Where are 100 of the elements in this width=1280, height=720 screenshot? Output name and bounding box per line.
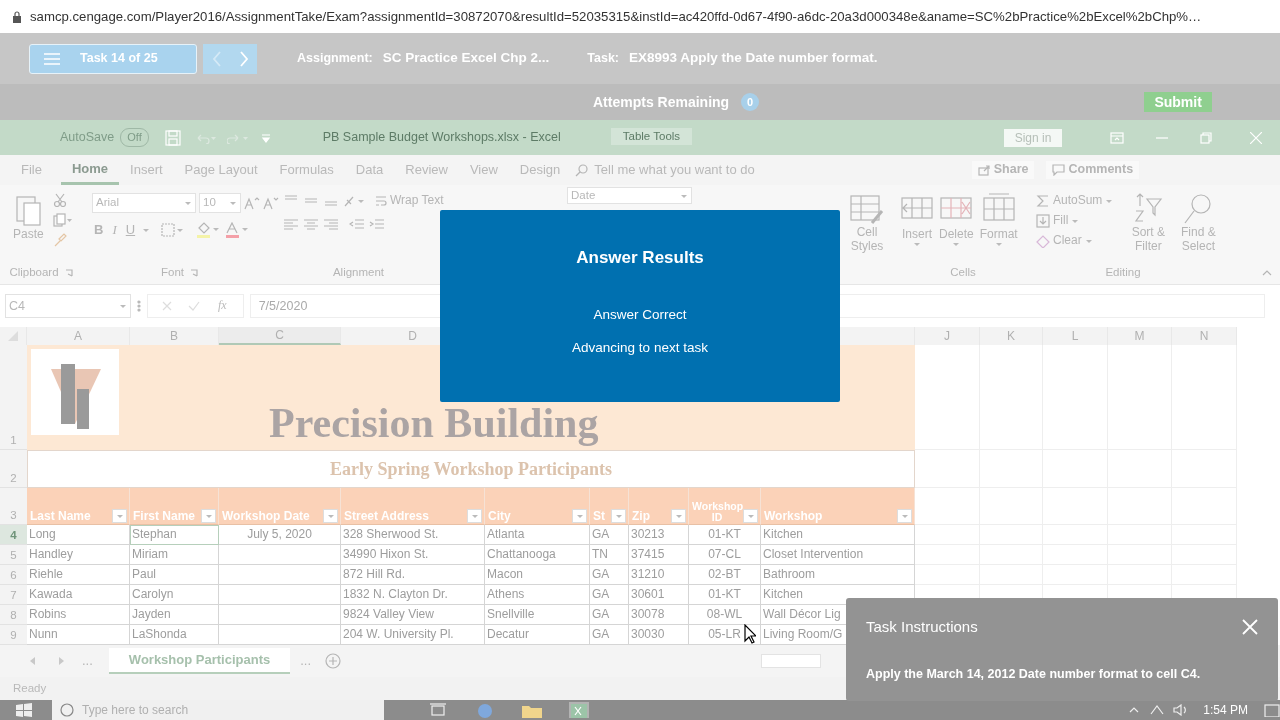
dialog-launcher-icon[interactable]: [190, 269, 198, 277]
ribbon-tab[interactable]: View: [458, 155, 509, 185]
more-sheets-button[interactable]: ...: [80, 652, 95, 670]
close-icon[interactable]: [1250, 131, 1262, 144]
wrap-text-button[interactable]: Wrap Text: [373, 193, 446, 209]
ribbon-tab[interactable]: Review: [394, 155, 459, 185]
column-header[interactable]: M: [1108, 327, 1172, 345]
column-header[interactable]: B: [130, 327, 219, 345]
logo-drawing[interactable]: [31, 349, 119, 435]
borders-icon[interactable]: [161, 223, 186, 238]
row-header[interactable]: 6: [0, 565, 27, 585]
font-size-field[interactable]: 10: [199, 193, 241, 213]
filter-button[interactable]: [201, 509, 216, 523]
save-icon[interactable]: [164, 129, 181, 146]
column-header[interactable]: C: [219, 327, 341, 345]
taskbar-search-field[interactable]: Type here to search: [52, 700, 385, 720]
horizontal-scrollbar[interactable]: [761, 654, 822, 668]
network-icon[interactable]: [1149, 704, 1166, 716]
ribbon-tab[interactable]: Design: [508, 155, 572, 185]
ribbon-tab[interactable]: Data: [344, 155, 395, 185]
spreadsheet-icon[interactable]: [569, 702, 590, 718]
ribbon-display-icon[interactable]: [1110, 131, 1124, 144]
column-header[interactable]: N: [1172, 327, 1237, 345]
row-header[interactable]: 3: [0, 488, 27, 525]
ribbon-tab[interactable]: Insert: [119, 155, 174, 185]
align-left-icon[interactable]: [283, 217, 299, 232]
paintbrush-icon[interactable]: [52, 233, 67, 247]
filter-button[interactable]: [897, 509, 912, 523]
autosave-toggle[interactable]: Off: [120, 128, 149, 147]
ribbon-tab[interactable]: Page Layout: [173, 155, 269, 185]
copy-icon[interactable]: [52, 213, 73, 227]
format-cells-button[interactable]: Format: [976, 193, 1021, 262]
align-right-icon[interactable]: [323, 217, 339, 232]
filter-button[interactable]: [671, 509, 686, 523]
add-sheet-icon[interactable]: [325, 653, 342, 669]
cancel-icon[interactable]: [162, 301, 172, 311]
insert-cells-button[interactable]: Insert: [898, 193, 936, 262]
font-color-icon[interactable]: [225, 222, 250, 239]
close-icon[interactable]: [1242, 619, 1258, 636]
windows-logo-icon[interactable]: [16, 703, 32, 717]
tell-me-field[interactable]: Tell me what you want to do: [575, 160, 755, 180]
filter-button[interactable]: [743, 509, 758, 523]
scroll-left-icon[interactable]: [30, 657, 36, 665]
row-header[interactable]: 8: [0, 605, 27, 625]
task-view-icon[interactable]: [429, 703, 448, 717]
filter-button[interactable]: [323, 509, 338, 523]
next-task-button[interactable]: [230, 43, 257, 74]
column-header[interactable]: A: [27, 327, 130, 345]
row-header[interactable]: 2: [0, 450, 27, 488]
font-name-field[interactable]: Arial: [92, 193, 196, 213]
paste-button[interactable]: Paste: [10, 193, 47, 262]
notifications-icon[interactable]: [1264, 703, 1280, 717]
sign-in-button[interactable]: Sign in: [1004, 128, 1062, 147]
decrease-indent-icon[interactable]: [349, 217, 365, 232]
filter-button[interactable]: [112, 509, 127, 523]
share-button[interactable]: Share: [971, 161, 1035, 179]
ribbon-tab[interactable]: Formulas: [268, 155, 345, 185]
filter-button[interactable]: [572, 509, 587, 523]
row-header[interactable]: 4: [0, 525, 27, 545]
find-select-button[interactable]: Find & Select: [1173, 193, 1224, 262]
row-header[interactable]: 7: [0, 585, 27, 605]
dialog-launcher-icon[interactable]: [64, 269, 73, 277]
sort-filter-button[interactable]: Sort & Filter: [1123, 193, 1174, 262]
fill-color-icon[interactable]: [196, 222, 221, 239]
name-box[interactable]: C4: [5, 294, 131, 318]
row-header[interactable]: 5: [0, 545, 27, 565]
cell-styles-button[interactable]: Cell Styles: [842, 195, 892, 262]
ribbon-tab[interactable]: File: [10, 155, 53, 185]
check-icon[interactable]: [188, 301, 200, 311]
filter-button[interactable]: [611, 509, 626, 523]
bold-button[interactable]: B: [92, 222, 106, 239]
underline-button[interactable]: U: [123, 222, 138, 239]
maximize-icon[interactable]: [1200, 131, 1212, 144]
increase-size-icon[interactable]: [244, 196, 260, 210]
more-sheets-button[interactable]: ...: [298, 652, 314, 670]
task-menu-button[interactable]: Task 14 of 25: [29, 43, 197, 74]
row-header[interactable]: 9: [0, 625, 27, 645]
comments-button[interactable]: Comments: [1046, 161, 1140, 179]
tray-chevron-icon[interactable]: [1129, 707, 1140, 713]
sheet-tab[interactable]: Workshop Participants: [108, 648, 291, 674]
customize-caret-icon[interactable]: [260, 132, 271, 143]
delete-cells-button[interactable]: Delete: [936, 193, 977, 262]
autosum-button[interactable]: AutoSum: [1034, 193, 1116, 209]
align-center-icon[interactable]: [303, 217, 319, 232]
submit-button[interactable]: Submit: [1144, 92, 1213, 112]
scissors-icon[interactable]: [52, 193, 67, 207]
number-format-field[interactable]: Date: [567, 187, 692, 204]
collapse-ribbon-icon[interactable]: [1262, 270, 1272, 276]
column-header[interactable]: K: [980, 327, 1043, 345]
insert-function-button[interactable]: fx: [216, 298, 229, 314]
decrease-size-icon[interactable]: [263, 196, 279, 210]
fill-button[interactable]: Fill: [1034, 213, 1116, 229]
clear-button[interactable]: Clear: [1034, 233, 1116, 249]
row-header[interactable]: 1: [0, 345, 27, 450]
increase-indent-icon[interactable]: [369, 217, 385, 232]
filter-button[interactable]: [467, 509, 482, 523]
column-header[interactable]: L: [1043, 327, 1108, 345]
italic-button[interactable]: I: [110, 222, 119, 239]
column-header[interactable]: J: [915, 327, 980, 345]
scroll-right-icon[interactable]: [58, 657, 64, 665]
